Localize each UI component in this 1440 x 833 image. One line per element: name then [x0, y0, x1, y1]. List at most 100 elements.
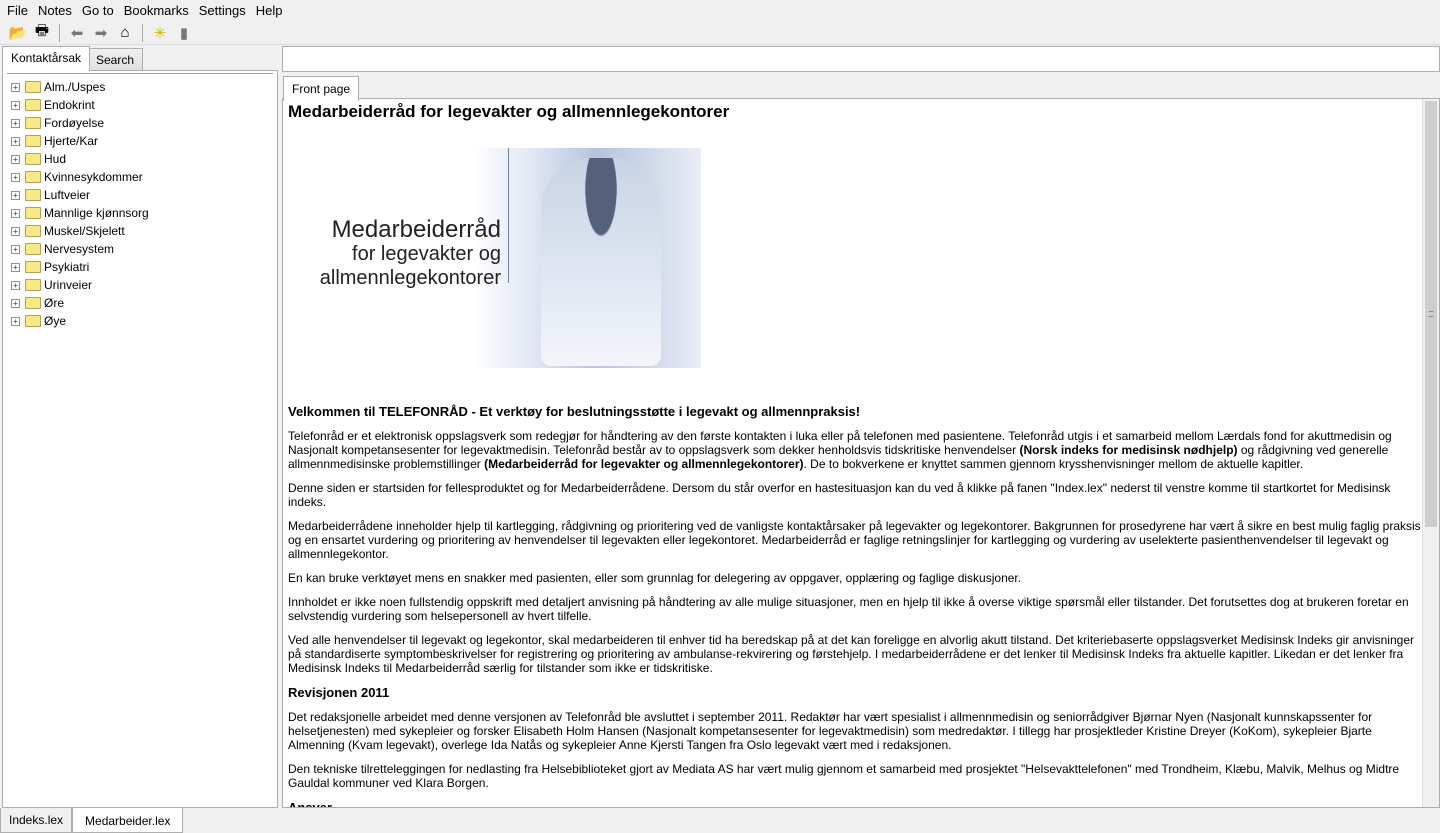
document-view: Medarbeiderråd for legevakter og allmenn… — [282, 98, 1440, 808]
new-note-icon[interactable]: ✳ — [150, 23, 170, 43]
folder-icon — [25, 315, 41, 327]
address-bar[interactable] — [282, 46, 1440, 72]
welcome-heading: Velkommen til TELEFONRÅD - Et verktøy fo… — [288, 404, 861, 419]
paragraph: Medarbeiderrådene inneholder hjelp til k… — [288, 519, 1421, 561]
tree-node-label: Øye — [44, 314, 67, 328]
tab-indeks-lex[interactable]: Indeks.lex — [0, 808, 73, 833]
folder-icon — [25, 99, 41, 111]
paragraph: Den tekniske tilretteleggingen for nedla… — [288, 762, 1400, 790]
tree-node[interactable]: + Psykiatri — [7, 258, 273, 276]
tree-node[interactable]: + Mannlige kjønnsorg — [7, 204, 273, 222]
expand-icon[interactable]: + — [11, 190, 20, 200]
menu-goto[interactable]: Go to — [77, 3, 119, 18]
tree-node-label: Hud — [44, 152, 67, 166]
tree-node-label: Nervesystem — [44, 242, 115, 256]
tree-node-label: Hjerte/Kar — [44, 134, 99, 148]
folder-icon — [25, 171, 41, 183]
folder-icon — [25, 225, 41, 237]
tree-node-label: Muskel/Skjelett — [44, 224, 125, 238]
tree-node[interactable]: + Kvinnesykdommer — [7, 168, 273, 186]
expand-icon[interactable]: + — [11, 136, 20, 146]
scrollbar-thumb[interactable] — [1425, 101, 1437, 527]
expand-icon[interactable]: + — [11, 316, 20, 326]
tree-node[interactable]: + Hjerte/Kar — [7, 132, 273, 150]
tree-node[interactable]: + Alm./Uspes — [7, 78, 273, 96]
banner-line2: for legevakter og allmennlegekontorer — [319, 243, 501, 289]
print-icon[interactable]: 🖶 — [32, 22, 52, 43]
expand-icon[interactable]: + — [11, 244, 20, 254]
tree-node[interactable]: + Øre — [7, 294, 273, 312]
delete-note-icon[interactable]: ▮ — [174, 23, 194, 43]
toolbar-separator — [59, 23, 60, 42]
paragraph: En kan bruke verktøyet mens en snakker m… — [288, 571, 1022, 585]
tree-node-label: Urinveier — [44, 278, 93, 292]
paragraph: Telefonråd er et elektronisk oppslagsver… — [288, 429, 1392, 471]
folder-icon — [25, 243, 41, 255]
expand-icon[interactable]: + — [11, 208, 20, 218]
menu-settings[interactable]: Settings — [194, 3, 251, 18]
toolbar: 📂 🖶 ⬅ ➡ ⌂ ✳ ▮ — [0, 21, 1440, 45]
tree-node-label: Mannlige kjønnsorg — [44, 206, 149, 220]
expand-icon[interactable]: + — [11, 172, 20, 182]
vertical-scrollbar[interactable] — [1422, 99, 1439, 807]
folder-icon — [25, 153, 41, 165]
expand-icon[interactable]: + — [11, 118, 20, 128]
tab-kontaktarsak[interactable]: Kontaktårsak — [2, 46, 91, 71]
expand-icon[interactable]: + — [11, 280, 20, 290]
expand-icon[interactable]: + — [11, 154, 20, 164]
folder-icon — [25, 135, 41, 147]
tree-node[interactable]: + Hud — [7, 150, 273, 168]
folder-icon — [25, 279, 41, 291]
tree-node-label: Alm./Uspes — [44, 80, 106, 94]
tree-node[interactable]: + Urinveier — [7, 276, 273, 294]
menu-bar: File Notes Go to Bookmarks Settings Help — [0, 0, 1440, 20]
tree-node[interactable]: + Øye — [7, 312, 273, 330]
tree-node[interactable]: + Endokrint — [7, 96, 273, 114]
menu-bookmarks[interactable]: Bookmarks — [119, 3, 194, 18]
responsibility-heading: Ansvar — [288, 800, 333, 808]
bottom-tabs: Indeks.lex Medarbeider.lex — [0, 808, 1440, 833]
paragraph: Ved alle henvendelser til legevakt og le… — [288, 633, 1414, 675]
expand-icon[interactable]: + — [11, 262, 20, 272]
expand-icon[interactable]: + — [11, 298, 20, 308]
tree-node-label: Psykiatri — [44, 260, 90, 274]
menu-notes[interactable]: Notes — [33, 3, 77, 18]
forward-arrow-icon[interactable]: ➡ — [91, 23, 111, 43]
right-panel: Front page Medarbeiderråd for legevakter… — [282, 46, 1440, 808]
tab-medarbeider-lex[interactable]: Medarbeider.lex — [72, 808, 184, 833]
tree-node[interactable]: + Muskel/Skjelett — [7, 222, 273, 240]
expand-icon[interactable]: + — [11, 226, 20, 236]
toolbar-separator — [142, 23, 143, 42]
left-panel: Kontaktårsak Search + Alm./Uspes + Endokrin… — [0, 46, 280, 808]
expand-icon[interactable]: + — [11, 100, 20, 110]
paragraph: Det redaksjonelle arbeidet med denne ver… — [288, 710, 1373, 752]
home-icon[interactable]: ⌂ — [115, 23, 135, 43]
folder-icon — [25, 261, 41, 273]
revision-heading: Revisjonen 2011 — [288, 685, 390, 700]
tab-search[interactable]: Search — [87, 48, 143, 70]
menu-help[interactable]: Help — [251, 3, 288, 18]
folder-icon — [25, 117, 41, 129]
tab-front-page[interactable]: Front page — [283, 76, 360, 101]
tree-node-label: Kvinnesykdommer — [44, 170, 143, 184]
tree-node-label: Endokrint — [44, 98, 95, 112]
tree-node[interactable]: + Fordøyelse — [7, 114, 273, 132]
tree-node-label: Luftveier — [44, 188, 91, 202]
folder-icon — [25, 207, 41, 219]
expand-icon[interactable]: + — [11, 82, 20, 92]
back-arrow-icon[interactable]: ⬅ — [67, 23, 87, 43]
tree-node-label: Fordøyelse — [44, 116, 105, 130]
tree-node[interactable]: + Nervesystem — [7, 240, 273, 258]
banner-image: Medarbeiderråd for legevakter og allmennl… — [286, 148, 701, 368]
folder-icon — [25, 189, 41, 201]
tree-node-label: Øre — [44, 296, 65, 310]
page-title: Medarbeiderråd for legevakter og allmenn… — [288, 102, 730, 121]
banner-line1: Medarbeiderråd — [331, 216, 501, 243]
menu-file[interactable]: File — [2, 3, 33, 18]
tree-node[interactable]: + Luftveier — [7, 186, 273, 204]
folder-icon — [25, 81, 41, 93]
open-folder-icon[interactable]: 📂 — [8, 23, 28, 43]
paragraph: Innholdet er ikke noen fullstendig oppsk… — [288, 595, 1409, 623]
paragraph: Denne siden er startsiden for fellesprod… — [288, 481, 1391, 509]
nurse-photo — [541, 158, 661, 366]
